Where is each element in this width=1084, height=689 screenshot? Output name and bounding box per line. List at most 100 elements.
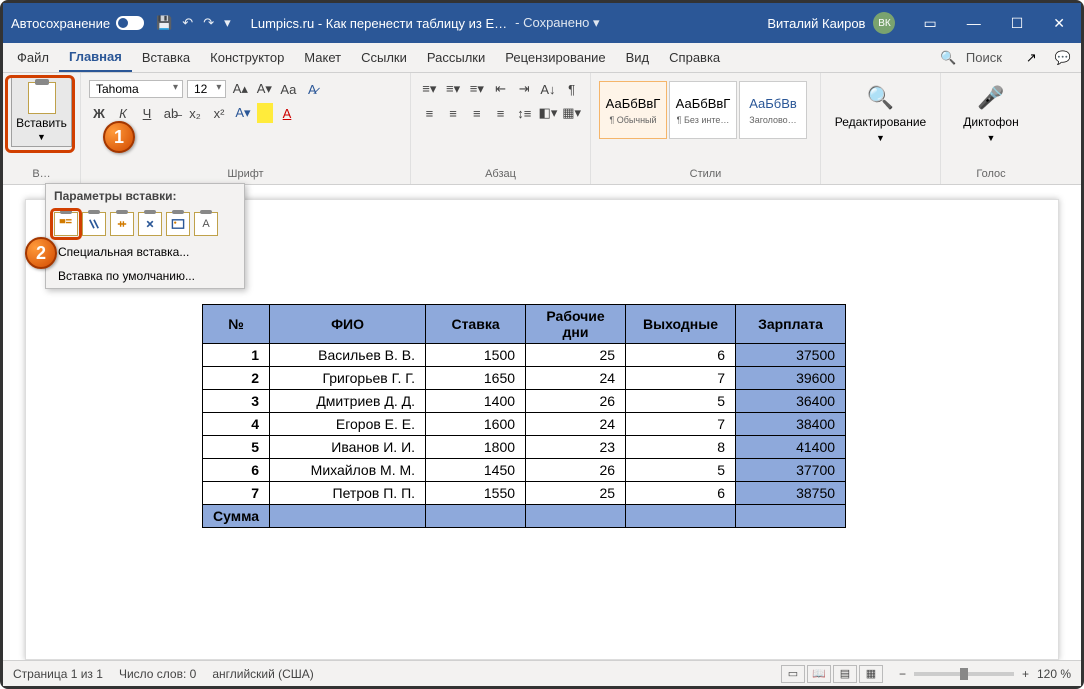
word-count[interactable]: Число слов: 0	[119, 667, 196, 681]
tab-insert[interactable]: Вставка	[132, 44, 200, 71]
callout-badge-1: 1	[103, 121, 135, 153]
cell-off: 7	[626, 367, 736, 390]
font-name-combo[interactable]: Tahoma	[89, 80, 183, 98]
dictate-label[interactable]: Диктофон	[963, 115, 1018, 129]
search-button[interactable]: 🔍 Поиск	[934, 46, 1014, 70]
highlight-icon[interactable]	[257, 103, 273, 123]
tab-design[interactable]: Конструктор	[200, 44, 294, 71]
numbering-icon[interactable]: ≡▾	[443, 79, 464, 99]
microphone-icon[interactable]: 🎤	[977, 85, 1004, 111]
text-effects-icon[interactable]: A▾	[233, 103, 253, 123]
justify-icon[interactable]: ≡	[490, 103, 511, 123]
col-fio: ФИО	[270, 305, 426, 344]
cell-salary: 37700	[736, 459, 846, 482]
zoom-out-icon[interactable]: −	[899, 667, 906, 681]
subscript-icon[interactable]: x₂	[185, 103, 205, 123]
strike-icon[interactable]: ab̶	[161, 103, 181, 123]
outdent-icon[interactable]: ⇤	[490, 79, 511, 99]
bullets-icon[interactable]: ≡▾	[419, 79, 440, 99]
save-icon[interactable]: 💾	[156, 15, 172, 31]
find-icon[interactable]: 🔍	[867, 85, 894, 111]
focus-mode-icon[interactable]: ▭	[781, 665, 805, 683]
paste-picture-icon[interactable]	[166, 212, 190, 236]
print-layout-icon[interactable]: ▤	[833, 665, 857, 683]
cell-num: 7	[203, 482, 270, 505]
borders-icon[interactable]: ▦▾	[561, 103, 582, 123]
read-mode-icon[interactable]: 📖	[807, 665, 831, 683]
style-normal[interactable]: АаБбВвГ ¶ Обычный	[599, 81, 667, 139]
shading-icon[interactable]: ◧▾	[538, 103, 559, 123]
undo-icon[interactable]: ↶	[182, 15, 193, 31]
language-indicator[interactable]: английский (США)	[212, 667, 313, 681]
chevron-down-icon[interactable]: ▼	[37, 132, 46, 142]
comments-icon[interactable]: 💬	[1049, 46, 1077, 70]
paste-keep-source-icon[interactable]	[54, 212, 78, 236]
cell-days: 23	[526, 436, 626, 459]
minimize-icon[interactable]: —	[959, 11, 989, 36]
italic-icon[interactable]: К	[113, 103, 133, 123]
chevron-down-icon[interactable]: ▼	[987, 133, 996, 143]
tab-review[interactable]: Рецензирование	[495, 44, 615, 71]
tab-layout[interactable]: Макет	[294, 44, 351, 71]
redo-icon[interactable]: ↷	[203, 15, 214, 31]
tab-help[interactable]: Справка	[659, 44, 730, 71]
cell-days: 25	[526, 344, 626, 367]
paste-default-menuitem[interactable]: Вставка по умолчанию...	[46, 264, 244, 288]
change-case-icon[interactable]: Aa	[278, 79, 298, 99]
paste-text-only-icon[interactable]: A	[194, 212, 218, 236]
align-center-icon[interactable]: ≡	[443, 103, 464, 123]
qat-more-icon[interactable]: ▾	[224, 15, 231, 31]
chevron-down-icon[interactable]: ▼	[876, 133, 885, 143]
line-spacing-icon[interactable]: ↕≡	[514, 103, 535, 123]
pilcrow-icon[interactable]: ¶	[561, 79, 582, 99]
col-num: №	[203, 305, 270, 344]
indent-icon[interactable]: ⇥	[514, 79, 535, 99]
grow-font-icon[interactable]: A▴	[230, 79, 250, 99]
zoom-level[interactable]: 120 %	[1037, 667, 1071, 681]
superscript-icon[interactable]: x²	[209, 103, 229, 123]
toggle-icon[interactable]	[116, 16, 144, 30]
saved-indicator[interactable]: - Сохранено ▾	[515, 15, 599, 31]
user-account[interactable]: Виталий Каиров ВК	[767, 12, 895, 34]
col-off: Выходные	[626, 305, 736, 344]
zoom-control: − + 120 %	[899, 667, 1071, 681]
clipboard-group-label: В…	[11, 168, 72, 182]
maximize-icon[interactable]: ☐	[1003, 11, 1032, 36]
font-color-icon[interactable]: A	[277, 103, 297, 123]
cell-rate: 1400	[426, 390, 526, 413]
style-heading1[interactable]: АаБбВв Заголово…	[739, 81, 807, 139]
tab-view[interactable]: Вид	[616, 44, 660, 71]
bold-icon[interactable]: Ж	[89, 103, 109, 123]
tab-home[interactable]: Главная	[59, 43, 132, 72]
ribbon-options-icon[interactable]: ▭	[915, 11, 944, 36]
table-row: 7Петров П. П.155025638750	[203, 482, 846, 505]
cell-off: 8	[626, 436, 736, 459]
web-layout-icon[interactable]: ▦	[859, 665, 883, 683]
align-left-icon[interactable]: ≡	[419, 103, 440, 123]
paste-link-source-icon[interactable]	[110, 212, 134, 236]
editing-label[interactable]: Редактирование	[835, 115, 926, 129]
close-icon[interactable]: ✕	[1045, 11, 1073, 36]
zoom-in-icon[interactable]: +	[1022, 667, 1029, 681]
paste-button[interactable]: Вставить ▼	[11, 77, 72, 147]
paste-link-dest-icon[interactable]	[138, 212, 162, 236]
cell-rate: 1800	[426, 436, 526, 459]
multilevel-icon[interactable]: ≡▾	[466, 79, 487, 99]
shrink-font-icon[interactable]: A▾	[254, 79, 274, 99]
tab-references[interactable]: Ссылки	[351, 44, 417, 71]
font-size-combo[interactable]: 12	[187, 80, 226, 98]
align-right-icon[interactable]: ≡	[466, 103, 487, 123]
zoom-slider[interactable]	[914, 672, 1014, 676]
paste-special-menuitem[interactable]: Специальная вставка...	[46, 240, 244, 264]
autosave-toggle[interactable]: Автосохранение	[11, 16, 144, 31]
share-icon[interactable]: ↗	[1020, 46, 1043, 70]
tab-file[interactable]: Файл	[7, 44, 59, 71]
underline-icon[interactable]: Ч	[137, 103, 157, 123]
paste-use-dest-icon[interactable]	[82, 212, 106, 236]
table-row: 2Григорьев Г. Г.165024739600	[203, 367, 846, 390]
tab-mailings[interactable]: Рассылки	[417, 44, 495, 71]
clear-format-icon[interactable]: A̷	[302, 79, 322, 99]
page-indicator[interactable]: Страница 1 из 1	[13, 667, 103, 681]
sort-icon[interactable]: A↓	[538, 79, 559, 99]
style-nospacing[interactable]: АаБбВвГ ¶ Без инте…	[669, 81, 737, 139]
